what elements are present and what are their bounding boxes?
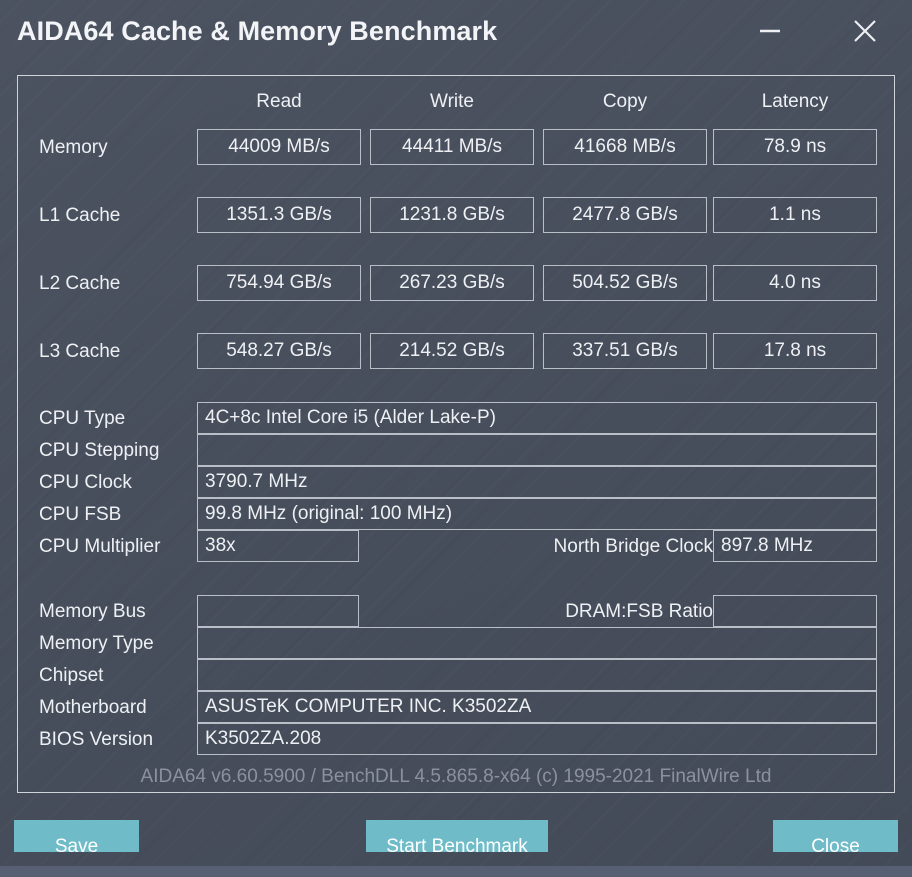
label-north-bridge-clock: North Bridge Clock	[553, 536, 713, 557]
close-button[interactable]: Close	[773, 820, 898, 852]
column-header-latency: Latency	[761, 91, 829, 112]
value-motherboard: ASUSTeK COMPUTER INC. K3502ZA	[197, 691, 877, 723]
label-cpu-stepping: CPU Stepping	[39, 440, 160, 461]
aida64-benchmark-window: AIDA64 Cache & Memory Benchmark Read Wri…	[0, 0, 912, 877]
row-label-l2-cache: L2 Cache	[39, 273, 121, 294]
label-dram-fsb-ratio: DRAM:FSB Ratio	[565, 601, 713, 622]
column-header-copy: Copy	[602, 91, 648, 112]
save-button[interactable]: Save	[14, 820, 139, 852]
cell-memory-write: 44411 MB/s	[370, 129, 534, 165]
cell-l3-latency: 17.8 ns	[713, 333, 877, 369]
label-cpu-clock: CPU Clock	[39, 472, 132, 493]
label-chipset: Chipset	[39, 665, 104, 686]
cell-l1-latency: 1.1 ns	[713, 197, 877, 233]
value-chipset	[197, 659, 877, 691]
cell-l1-write: 1231.8 GB/s	[370, 197, 534, 233]
column-header-read: Read	[256, 91, 302, 112]
cell-l2-read: 754.94 GB/s	[197, 265, 361, 301]
cell-l3-write: 214.52 GB/s	[370, 333, 534, 369]
row-label-l1-cache: L1 Cache	[39, 205, 121, 226]
bottom-strip	[0, 866, 912, 877]
value-cpu-stepping	[197, 434, 877, 466]
close-window-button[interactable]	[841, 7, 889, 55]
row-label-l3-cache: L3 Cache	[39, 341, 121, 362]
value-north-bridge-clock: 897.8 MHz	[713, 530, 877, 562]
value-cpu-clock: 3790.7 MHz	[197, 466, 877, 498]
label-cpu-type: CPU Type	[39, 408, 126, 429]
version-info-text: AIDA64 v6.60.5900 / BenchDLL 4.5.865.8-x…	[140, 765, 772, 787]
cell-l3-copy: 337.51 GB/s	[543, 333, 707, 369]
row-label-memory: Memory	[39, 137, 108, 158]
value-bios-version: K3502ZA.208	[197, 723, 877, 755]
start-benchmark-button[interactable]: Start Benchmark	[366, 820, 548, 852]
label-motherboard: Motherboard	[39, 697, 147, 718]
cell-l1-copy: 2477.8 GB/s	[543, 197, 707, 233]
column-header-write: Write	[430, 91, 474, 112]
label-cpu-fsb: CPU FSB	[39, 504, 122, 525]
title-bar: AIDA64 Cache & Memory Benchmark	[0, 0, 912, 64]
cell-l1-read: 1351.3 GB/s	[197, 197, 361, 233]
minimize-icon	[760, 29, 780, 33]
value-cpu-multiplier: 38x	[197, 530, 359, 562]
cell-l2-write: 267.23 GB/s	[370, 265, 534, 301]
cell-memory-read: 44009 MB/s	[197, 129, 361, 165]
cell-l2-latency: 4.0 ns	[713, 265, 877, 301]
cell-l2-copy: 504.52 GB/s	[543, 265, 707, 301]
value-dram-fsb-ratio	[713, 595, 877, 627]
label-memory-bus: Memory Bus	[39, 601, 146, 622]
value-cpu-type: 4C+8c Intel Core i5 (Alder Lake-P)	[197, 402, 877, 434]
minimize-button[interactable]	[746, 7, 794, 55]
start-benchmark-button-label: Start Benchmark	[386, 836, 528, 852]
cell-l3-read: 548.27 GB/s	[197, 333, 361, 369]
cell-memory-copy: 41668 MB/s	[543, 129, 707, 165]
label-cpu-multiplier: CPU Multiplier	[39, 536, 161, 557]
label-memory-type: Memory Type	[39, 633, 154, 654]
save-button-label: Save	[54, 836, 99, 852]
close-button-label: Close	[811, 836, 860, 852]
cell-memory-latency: 78.9 ns	[713, 129, 877, 165]
window-title: AIDA64 Cache & Memory Benchmark	[17, 16, 498, 46]
close-icon	[854, 20, 876, 42]
value-cpu-fsb: 99.8 MHz (original: 100 MHz)	[197, 498, 877, 530]
value-memory-type	[197, 627, 877, 659]
value-memory-bus	[197, 595, 359, 627]
label-bios-version: BIOS Version	[39, 729, 154, 750]
main-panel: Read Write Copy Latency Memory 44009 MB/…	[17, 75, 895, 793]
